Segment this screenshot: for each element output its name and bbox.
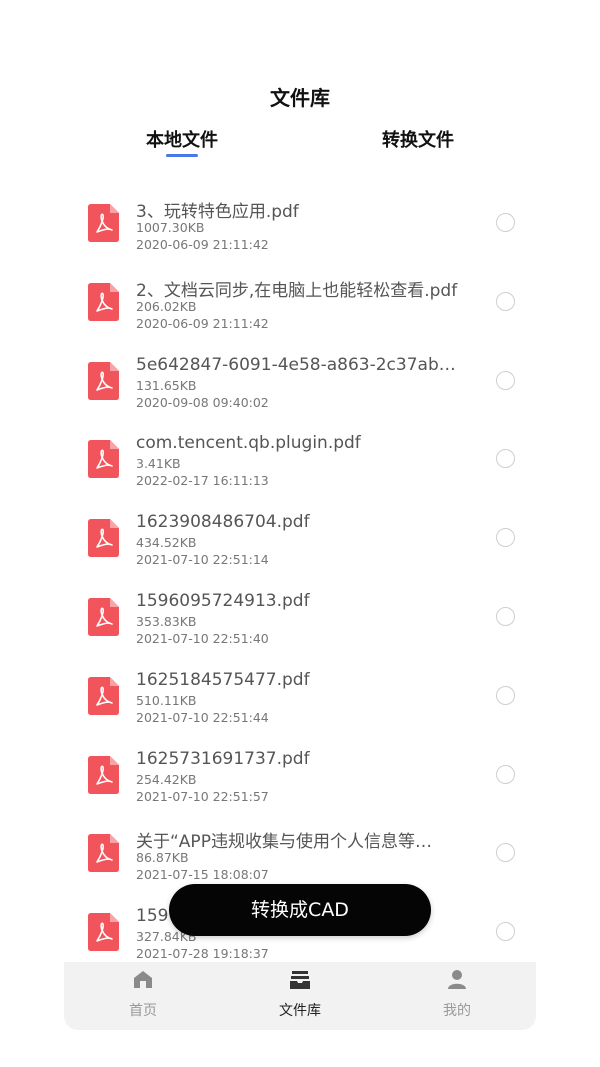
file-size: 353.83KB [136,614,197,629]
nav-home[interactable]: 首页 [93,968,193,1028]
nav-library[interactable]: 文件库 [250,968,350,1028]
file-name: com.tencent.qb.plugin.pdf [136,433,361,454]
file-row[interactable]: 1625184575477.pdf 510.11KB 2021-07-10 22:5… [64,665,536,735]
file-name: 1623908486704.pdf [136,512,310,533]
file-size: 510.11KB [136,692,197,708]
tab-bar: 本地文件 转换文件 [64,126,536,162]
pdf-file-icon [88,755,119,794]
file-size: 434.52KB [136,535,197,551]
select-radio[interactable] [496,528,515,548]
file-size: 86.87KB [136,850,189,866]
file-date: 2020-06-09 21:11:42 [136,315,269,331]
pdf-file-icon [88,913,119,952]
select-radio[interactable] [496,607,515,626]
nav-profile-label: 我的 [443,1003,471,1019]
select-radio[interactable] [496,291,515,311]
tab-converted-files-label: 转换文件 [382,130,454,151]
pdf-file-icon [88,204,119,242]
file-row[interactable]: 1623908486704.pdf 434.52KB 2021-07-10 22:5… [64,507,536,577]
convert-to-cad-button[interactable]: 转换成CAD [169,884,431,936]
page-title: 文件库 [270,86,330,110]
bottom-nav: 首页 文件库 我的 [64,962,536,1030]
file-name: 5e642847-6091-4e58-a863-2c37ab… [136,354,456,375]
pdf-file-icon [88,361,119,400]
file-date: 2020-09-08 09:40:02 [136,394,269,410]
select-radio[interactable] [496,922,515,942]
file-date: 2021-07-15 18:08:07 [136,867,269,883]
home-icon [134,971,152,988]
file-row[interactable]: 2、文档云同步,在电脑上也能轻松查看.pdf 206.02KB 2020-06-09… [64,271,536,341]
file-date: 2021-07-10 22:51:44 [136,709,269,725]
file-row[interactable]: 5e642847-6091-4e58-a863-2c37ab… 131.65KB 2… [64,350,536,420]
file-date: 2021-07-10 22:51:40 [136,631,269,646]
file-size: 254.42KB [136,771,197,787]
file-row[interactable]: 1625731691737.pdf 254.42KB 2021-07-10 22:5… [64,744,536,814]
file-name: 3、玩转特色应用.pdf [136,202,299,222]
file-row[interactable]: 3、玩转特色应用.pdf 1007.30KB 2020-06-09 21:11:42 [64,192,536,262]
pdf-file-icon [88,282,119,321]
file-name: 2、文档云同步,在电脑上也能轻松查看.pdf [136,280,458,301]
file-date: 2022-02-17 16:11:13 [136,473,269,489]
tab-converted-files[interactable]: 转换文件 [348,126,488,152]
file-name: 1596095724913.pdf [136,591,310,611]
nav-home-label: 首页 [129,1003,157,1019]
file-row[interactable]: 1596095724913.pdf 353.83KB 2021-07-10 22:5… [64,586,536,656]
tab-local-files[interactable]: 本地文件 [112,126,252,157]
pdf-file-icon [88,598,119,636]
app-screen: 文件库 本地文件 转换文件 3、玩转特色应用.pdf 1007.30KB 2020-… [64,42,536,1030]
tab-local-files-label: 本地文件 [146,130,218,151]
file-name: 关于“APP违规收集与使用个人信息等… [136,832,432,853]
profile-icon [448,970,466,989]
file-date: 2021-07-10 22:51:14 [136,552,269,568]
select-radio[interactable] [496,370,515,390]
library-icon [290,971,310,989]
select-radio[interactable] [496,764,515,784]
file-size: 206.02KB [136,298,197,314]
file-date: 2020-06-09 21:11:42 [136,237,269,252]
file-date: 2021-07-28 19:18:37 [136,946,269,962]
pdf-file-icon [88,519,119,558]
pdf-file-icon [88,834,119,873]
file-row[interactable]: com.tencent.qb.plugin.pdf 3.41KB 2022-02-1… [64,428,536,498]
file-name: 1625731691737.pdf [136,748,310,769]
active-tab-indicator [166,154,198,157]
select-radio[interactable] [496,449,515,469]
select-radio[interactable] [496,213,515,232]
file-size: 1007.30KB [136,220,205,235]
nav-library-label: 文件库 [279,1003,321,1019]
file-row[interactable]: 关于“APP违规收集与使用个人信息等… 86.87KB 2021-07-15 18:… [64,822,536,892]
nav-profile[interactable]: 我的 [407,968,507,1028]
select-radio[interactable] [496,843,515,863]
select-radio[interactable] [496,685,515,705]
file-size: 3.41KB [136,456,181,472]
pdf-file-icon [88,440,119,479]
file-size: 131.65KB [136,377,197,393]
file-name: 1625184575477.pdf [136,669,310,690]
pdf-file-icon [88,676,119,715]
file-date: 2021-07-10 22:51:57 [136,788,269,804]
